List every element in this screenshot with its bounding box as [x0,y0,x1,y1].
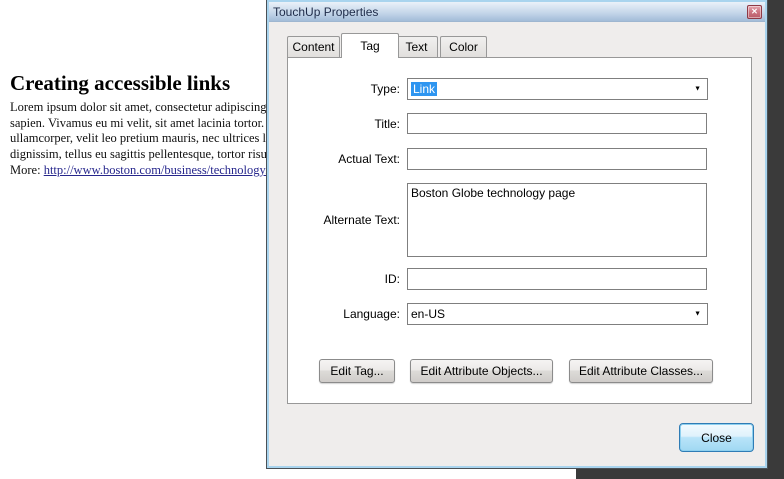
language-label: Language: [288,307,400,321]
id-row: ID: [288,268,751,290]
actual-text-input[interactable] [407,148,707,170]
edit-attribute-classes-button[interactable]: Edit Attribute Classes... [569,359,713,383]
paragraph-line: dignissim, tellus eu sagittis pellentesq… [10,147,276,163]
tab-text[interactable]: Text [395,36,438,57]
title-label: Title: [288,117,400,131]
edit-tag-button[interactable]: Edit Tag... [319,359,395,383]
tab-tag[interactable]: Tag [341,33,399,58]
tab-content[interactable]: Content [287,36,340,57]
chevron-down-icon[interactable]: ▼ [694,86,701,93]
paragraph-line: Lorem ipsum dolor sit amet, consectetur … [10,100,276,116]
language-dropdown[interactable]: en-US ▼ [407,303,708,325]
close-icon[interactable]: ✕ [747,5,762,19]
dialog-titlebar[interactable]: TouchUp Properties ✕ [269,2,765,22]
alternate-text-label: Alternate Text: [288,213,400,227]
document-paragraph: Lorem ipsum dolor sit amet, consectetur … [10,100,276,162]
edit-attribute-objects-button[interactable]: Edit Attribute Objects... [410,359,553,383]
type-row: Type: Link ▼ [288,78,751,100]
language-row: Language: en-US ▼ [288,303,751,325]
edit-buttons-row: Edit Tag... Edit Attribute Objects... Ed… [288,359,751,383]
touchup-properties-dialog: TouchUp Properties ✕ Content Tag Text Co… [267,0,767,468]
close-button[interactable]: Close [679,423,754,452]
paragraph-line: sapien. Vivamus eu mi velit, sit amet la… [10,116,276,132]
more-label: More: [10,163,44,177]
language-selected-value: en-US [411,307,445,321]
type-label: Type: [288,82,400,96]
alternate-text-row: Alternate Text: Boston Globe technology … [288,183,751,257]
workspace: { "document": { "heading": "Creating acc… [0,0,784,479]
id-label: ID: [288,272,400,286]
actual-text-label: Actual Text: [288,152,400,166]
dialog-title: TouchUp Properties [273,5,378,19]
document-hyperlink[interactable]: http://www.boston.com/business/technolog… [44,163,270,177]
document-more-line: More: http://www.boston.com/business/tec… [10,163,269,178]
tab-color[interactable]: Color [440,36,487,57]
title-row: Title: [288,113,751,134]
id-input[interactable] [407,268,707,290]
alternate-text-input[interactable]: Boston Globe technology page [407,183,707,257]
tag-tab-panel: Type: Link ▼ Title: Actual Text: Alterna… [287,57,752,404]
paragraph-line: ullamcorper, velit leo pretium mauris, n… [10,131,276,147]
type-selected-value: Link [411,82,437,96]
type-dropdown[interactable]: Link ▼ [407,78,708,100]
document-heading: Creating accessible links [10,71,230,96]
actual-text-row: Actual Text: [288,148,751,170]
chevron-down-icon[interactable]: ▼ [694,311,701,318]
title-input[interactable] [407,113,707,134]
